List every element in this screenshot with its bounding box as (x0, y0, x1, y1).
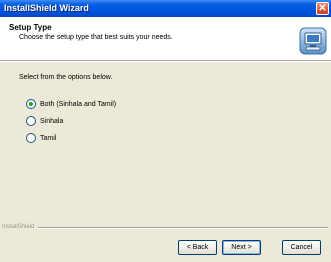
radio-button-sinhala[interactable] (26, 116, 36, 126)
radio-button-tamil[interactable] (26, 133, 36, 143)
option-label: Both (Sinhala and Tamil) (40, 100, 117, 108)
wizard-header: Setup Type Choose the setup type that be… (0, 17, 331, 62)
radio-button-both[interactable] (26, 99, 36, 109)
close-icon: ✕ (318, 3, 327, 14)
next-button[interactable]: Next > (222, 240, 261, 255)
close-button[interactable]: ✕ (316, 2, 329, 15)
title-bar[interactable]: InstallShield Wizard ✕ (0, 0, 331, 17)
option-both[interactable]: Both (Sinhala and Tamil) (26, 98, 116, 110)
option-label: Sinhala (40, 117, 64, 125)
header-subtitle: Choose the setup type that best suits yo… (19, 34, 173, 41)
window-title: InstallShield Wizard (4, 3, 89, 13)
divider (38, 227, 328, 229)
setup-computer-icon (299, 27, 327, 55)
header-title: Setup Type (9, 23, 52, 32)
instructions-text: Select from the options below. (19, 74, 113, 81)
cancel-button[interactable]: Cancel (282, 240, 321, 255)
option-tamil[interactable]: Tamil (26, 132, 56, 144)
back-button[interactable]: < Back (178, 240, 217, 255)
option-sinhala[interactable]: Sinhala (26, 115, 63, 127)
installshield-brand: InstallShield (2, 224, 35, 230)
installshield-wizard-window: InstallShield Wizard ✕ Setup Type Choose… (0, 0, 331, 262)
option-label: Tamil (40, 134, 57, 142)
